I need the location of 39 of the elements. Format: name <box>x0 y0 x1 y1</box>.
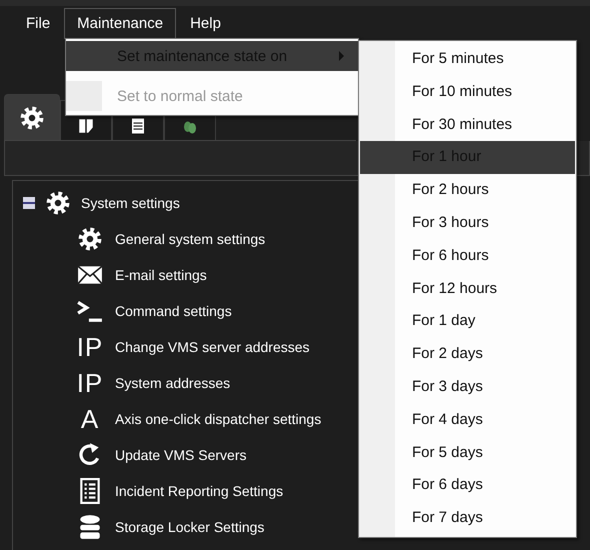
tree-item[interactable]: Axis one-click dispatcher settings <box>115 411 322 427</box>
menu-item[interactable]: For 4 days <box>360 404 575 437</box>
tree-item[interactable]: General system settings <box>115 231 266 247</box>
tree-item[interactable]: System addresses <box>115 375 230 391</box>
tree-item[interactable]: E-mail settings <box>115 267 207 283</box>
glyph-icon: IP <box>76 334 104 360</box>
book-icon <box>77 117 95 135</box>
menu-item[interactable]: File <box>16 8 60 32</box>
glyph-icon: A <box>80 406 100 432</box>
gear-icon <box>45 190 71 216</box>
tree-item[interactable]: System settings <box>81 195 180 211</box>
menu-item[interactable]: For 3 days <box>360 370 575 404</box>
menu-item[interactable]: For 1 day <box>360 305 575 338</box>
menu-item[interactable]: For 10 minutes <box>360 76 575 109</box>
tree-item[interactable]: Incident Reporting Settings <box>115 483 284 499</box>
menu-item[interactable]: For 2 days <box>360 338 575 371</box>
gear-icon <box>77 226 103 252</box>
menu-item[interactable]: For 30 minutes <box>360 108 575 142</box>
menu-item[interactable]: Help <box>180 8 231 32</box>
menu-item[interactable]: For 5 minutes <box>360 43 575 76</box>
menu-item[interactable]: For 3 hours <box>360 206 575 240</box>
menu-item[interactable]: Maintenance <box>64 8 176 39</box>
menu-item[interactable]: For 2 hours <box>360 174 575 207</box>
menu-item[interactable]: For 6 days <box>360 469 575 502</box>
tree-item[interactable]: Change VMS server addresses <box>115 339 310 355</box>
menu-item[interactable]: For 6 hours <box>360 240 575 273</box>
tree-item[interactable]: Update VMS Servers <box>115 447 246 463</box>
tab[interactable] <box>4 94 60 140</box>
submenu-arrow-icon <box>339 51 344 61</box>
tree-item[interactable]: Storage Locker Settings <box>115 519 264 535</box>
collapse-toggle[interactable] <box>23 197 35 209</box>
terminal-icon <box>77 298 103 324</box>
document-icon <box>129 117 147 135</box>
tree-item[interactable]: Command settings <box>115 303 232 319</box>
gear-icon <box>19 104 45 130</box>
menu-item[interactable]: For 12 hours <box>360 272 575 306</box>
menu-item[interactable]: For 7 days <box>360 502 575 535</box>
glyph-icon: IP <box>76 370 104 396</box>
menu-item[interactable]: For 5 days <box>360 436 575 470</box>
